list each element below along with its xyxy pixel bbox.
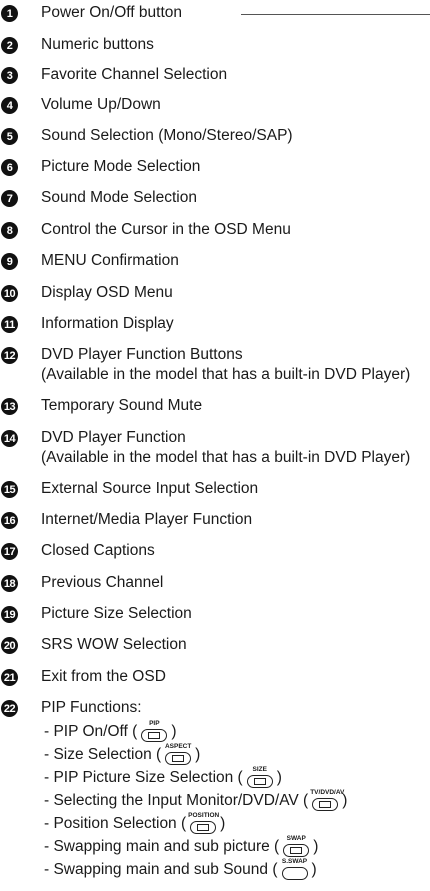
close-paren: ) (311, 861, 317, 878)
item-label: Internet/Media Player Function (41, 511, 253, 528)
pip-row-text: - Size Selection ( (44, 746, 162, 763)
pip-row-input-monitor: - Selecting the Input Monitor/DVD/AV ( T… (44, 789, 347, 811)
item-note: (Available in the model that has a built… (41, 449, 411, 466)
item-label: PIP Functions: (41, 699, 142, 716)
item-label: SRS WOW Selection (41, 636, 187, 653)
close-paren: ) (276, 769, 282, 786)
pip-row-text: - PIP On/Off ( (44, 723, 138, 740)
item-label: Numeric buttons (41, 36, 154, 53)
pip-row-position: - Position Selection ( POSITION ) (44, 812, 226, 834)
number-badge: 10 (1, 285, 18, 302)
number-badge: 18 (1, 575, 18, 592)
item-label: Sound Selection (Mono/Stereo/SAP) (41, 127, 293, 144)
pip-row-size-selection: - Size Selection ( ASPECT ) (44, 743, 201, 765)
number-badge: 9 (1, 253, 18, 270)
number-badge: 16 (1, 512, 18, 529)
pip-row-text: - PIP Picture Size Selection ( (44, 769, 243, 786)
item-label: Exit from the OSD (41, 668, 166, 685)
item-label: Control the Cursor in the OSD Menu (41, 221, 291, 238)
icon-caption: POSITION (188, 812, 220, 819)
item-label: MENU Confirmation (41, 252, 179, 269)
number-badge: 17 (1, 543, 18, 560)
item-label: Favorite Channel Selection (41, 66, 228, 83)
pip-row-text: - Swapping main and sub picture ( (44, 838, 280, 855)
number-badge: 4 (1, 97, 18, 114)
number-badge: 6 (1, 159, 18, 176)
number-badge: 2 (1, 37, 18, 54)
number-badge: 1 (1, 5, 18, 22)
number-badge: 7 (1, 190, 18, 207)
pip-row-picture-size: - PIP Picture Size Selection ( SIZE ) (44, 766, 282, 788)
icon-caption: S.SWAP (281, 858, 308, 865)
item-label: Volume Up/Down (41, 96, 161, 113)
close-paren: ) (313, 838, 319, 855)
number-badge: 20 (1, 637, 18, 654)
item-label: Information Display (41, 315, 174, 332)
icon-caption: PIP (149, 720, 160, 727)
pip-row-text: - Selecting the Input Monitor/DVD/AV ( (44, 792, 309, 809)
pip-button-icon: PIP (139, 720, 169, 742)
number-badge: 15 (1, 481, 18, 498)
icon-caption: SWAP (286, 835, 306, 842)
pip-row-text: - Position Selection ( (44, 815, 187, 832)
number-badge: 8 (1, 222, 18, 239)
number-badge: 22 (1, 700, 18, 717)
position-button-icon: POSITION (188, 812, 220, 834)
item-label: Picture Mode Selection (41, 158, 201, 175)
swap-button-icon: SWAP (281, 835, 311, 857)
item-label: Picture Size Selection (41, 605, 192, 622)
number-badge: 3 (1, 67, 18, 84)
item-label: Power On/Off button (41, 4, 183, 21)
item-label: External Source Input Selection (41, 480, 259, 497)
number-badge: 19 (1, 606, 18, 623)
item-label: DVD Player Function Buttons (41, 346, 243, 363)
close-paren: ) (171, 723, 177, 740)
number-badge: 13 (1, 398, 18, 415)
item-label: Closed Captions (41, 542, 155, 559)
item-label: Display OSD Menu (41, 284, 173, 301)
number-badge: 11 (1, 316, 18, 333)
number-badge: 14 (1, 430, 18, 447)
item-label: DVD Player Function (41, 429, 186, 446)
icon-caption: ASPECT (164, 743, 192, 750)
item-note: (Available in the model that has a built… (41, 366, 411, 383)
leader-line (241, 14, 430, 15)
pip-row-on-off: - PIP On/Off ( PIP ) (44, 720, 177, 742)
size-button-icon: SIZE (245, 766, 275, 788)
pip-row-text: - Swapping main and sub Sound ( (44, 861, 278, 878)
number-badge: 21 (1, 669, 18, 686)
pip-row-swap-sound: - Swapping main and sub Sound ( S.SWAP ) (44, 858, 317, 880)
item-label: Temporary Sound Mute (41, 397, 203, 414)
aspect-button-icon: ASPECT (163, 743, 193, 765)
icon-caption: TV/DVD/AV (310, 789, 345, 796)
close-paren: ) (220, 815, 226, 832)
item-label: Sound Mode Selection (41, 189, 197, 206)
close-paren: ) (195, 746, 201, 763)
number-badge: 12 (1, 347, 18, 364)
sound-swap-button-icon: S.SWAP (280, 858, 310, 880)
number-badge: 5 (1, 128, 18, 145)
item-label: Previous Channel (41, 574, 164, 591)
icon-caption: SIZE (252, 766, 267, 773)
pip-row-swap-picture: - Swapping main and sub picture ( SWAP ) (44, 835, 319, 857)
tv-dvd-av-button-icon: TV/DVD/AV (310, 789, 345, 811)
